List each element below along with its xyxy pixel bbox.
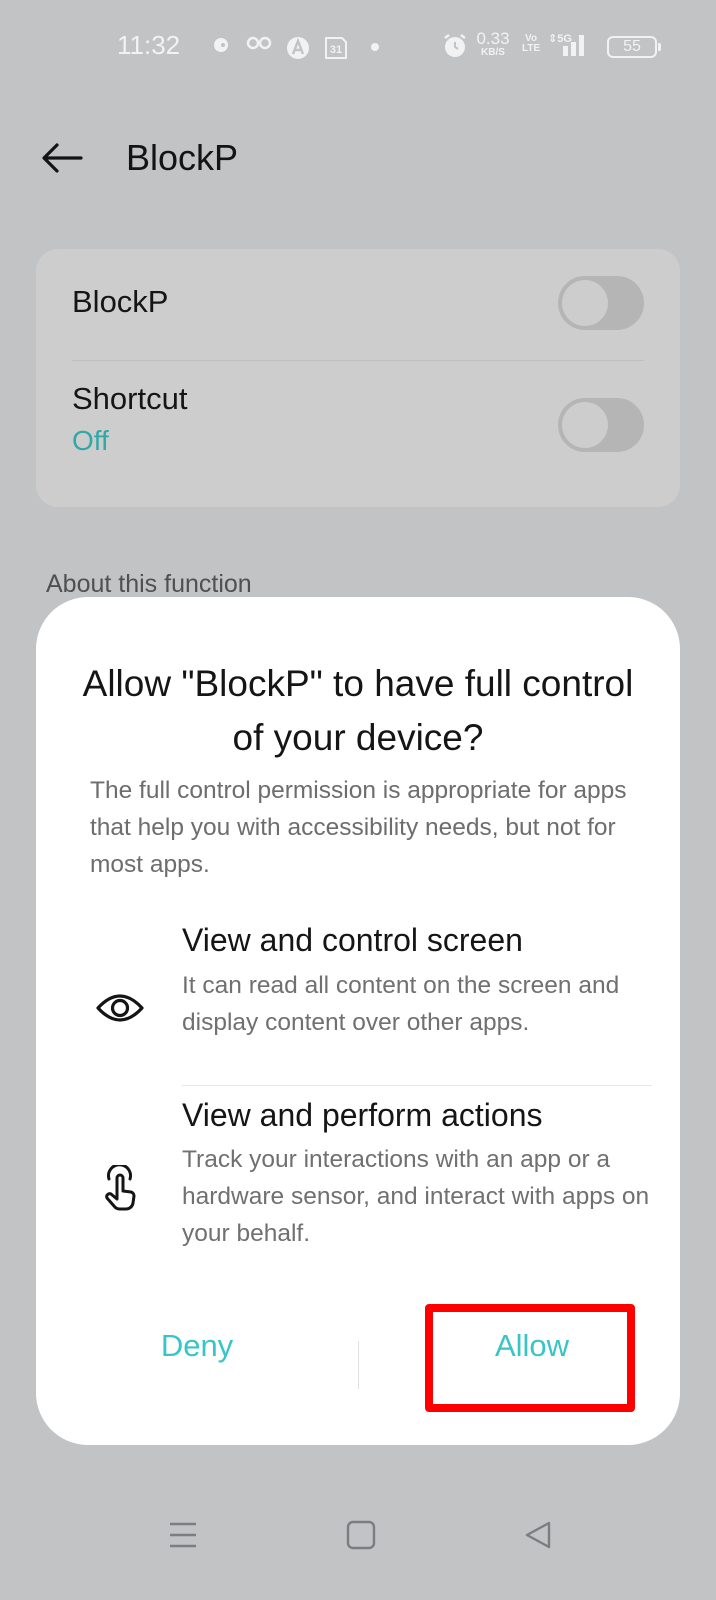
deny-button[interactable]: Deny <box>52 1312 342 1380</box>
app-notification-icon <box>212 36 230 54</box>
permission-dialog: Allow "BlockP" to have full control of y… <box>36 597 680 1445</box>
status-bar: 11:32 31 0.33 KB/S Vo LTE ⇕5G 55 <box>0 28 716 68</box>
permission-title: View and perform actions <box>182 1097 543 1133</box>
home-button[interactable] <box>331 1510 391 1560</box>
nav-back-button[interactable] <box>508 1510 568 1560</box>
page-title: BlockP <box>126 137 239 178</box>
back-button[interactable] <box>36 133 88 183</box>
signal-icon <box>562 34 588 56</box>
dialog-body: The full control permission is appropria… <box>90 777 627 878</box>
permission-description: Track your interactions with an app or a… <box>182 1146 650 1247</box>
navigation-bar <box>0 1500 716 1570</box>
app-bar: BlockP <box>0 125 716 191</box>
settings-card: BlockP Shortcut Off <box>36 249 680 507</box>
permission-title: View and control screen <box>182 922 523 958</box>
blockp-toggle[interactable] <box>558 276 644 330</box>
eye-icon <box>94 982 146 1034</box>
permission-description: It can read all content on the screen an… <box>182 972 620 1036</box>
recents-button[interactable] <box>153 1510 213 1560</box>
network-speed: 0.33 KB/S <box>476 29 510 58</box>
svg-text:31: 31 <box>330 44 342 56</box>
status-time: 11:32 <box>117 30 181 60</box>
volte-indicator: Vo LTE <box>522 33 541 54</box>
home-square-icon <box>346 1520 376 1550</box>
glasses-icon <box>246 36 272 50</box>
divider <box>72 360 644 361</box>
alarm-icon <box>442 33 468 59</box>
divider <box>182 1085 652 1086</box>
arrow-left-icon <box>42 143 83 173</box>
screen: 11:32 31 0.33 KB/S Vo LTE ⇕5G 55 BlockP … <box>0 0 716 1600</box>
toggle-knob <box>562 402 608 448</box>
recents-menu-icon <box>170 1522 196 1548</box>
button-divider <box>358 1341 359 1389</box>
dialog-title: Allow "BlockP" to have full control of y… <box>82 663 634 758</box>
section-title: About this function <box>46 570 252 598</box>
app-a-icon <box>286 36 310 60</box>
touch-hand-icon <box>94 1163 146 1215</box>
dot-icon <box>370 42 380 52</box>
back-triangle-icon <box>525 1521 551 1549</box>
battery-icon: 55 <box>607 36 661 58</box>
allow-button[interactable]: Allow <box>387 1312 677 1380</box>
calendar-icon: 31 <box>324 36 348 60</box>
shortcut-toggle[interactable] <box>558 398 644 452</box>
toggle-knob <box>562 280 608 326</box>
